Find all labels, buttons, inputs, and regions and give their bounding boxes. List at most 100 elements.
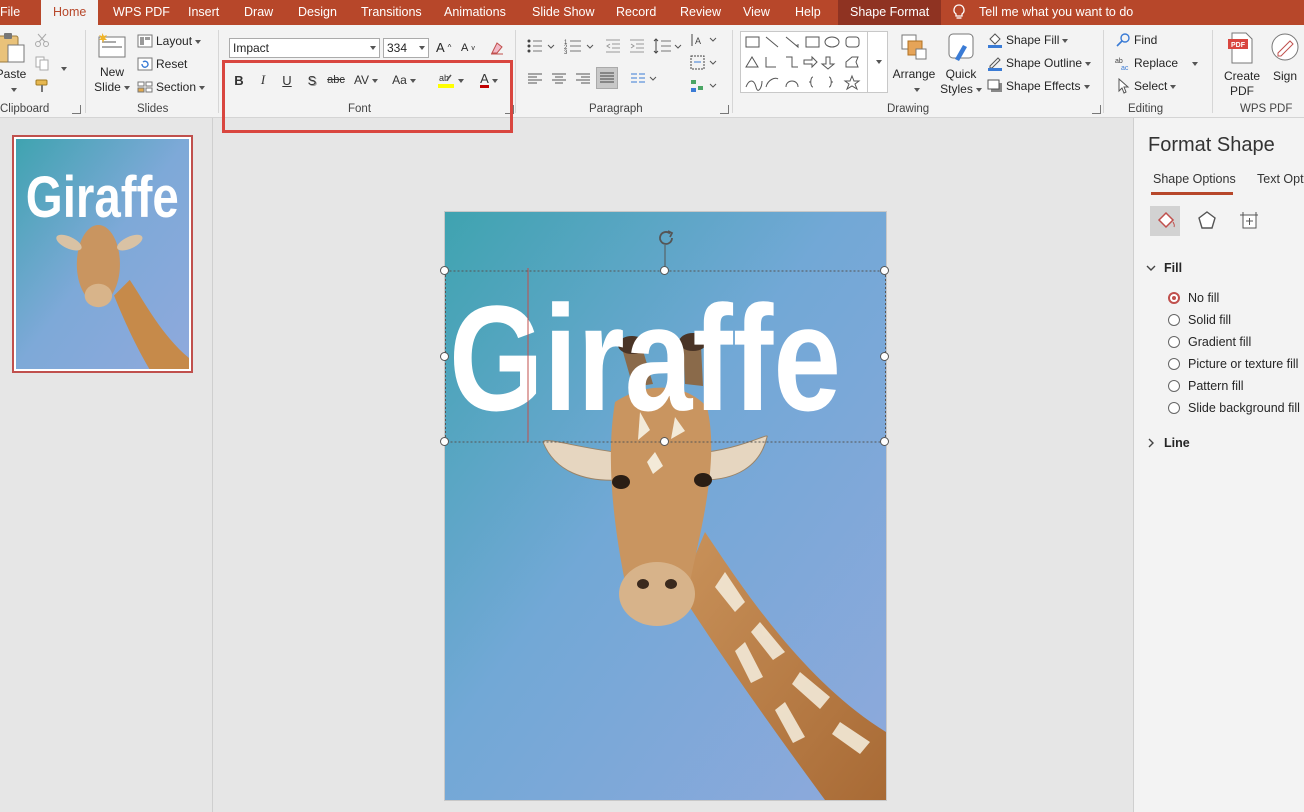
fill-option-no-fill[interactable]: No fill bbox=[1168, 291, 1219, 305]
giraffe-picture[interactable]: Giraffe bbox=[445, 212, 886, 800]
grow-font-button[interactable]: A ^ bbox=[436, 40, 451, 55]
paste-label: Paste bbox=[0, 67, 27, 81]
columns-icon[interactable] bbox=[630, 71, 660, 87]
gallery-scroll[interactable] bbox=[867, 32, 887, 92]
rotate-handle-icon[interactable] bbox=[655, 227, 677, 249]
align-right-icon[interactable] bbox=[575, 71, 591, 87]
tab-review[interactable]: Review bbox=[668, 0, 733, 25]
resize-handle-bottom-left[interactable] bbox=[440, 437, 449, 446]
sign-button[interactable]: Sign bbox=[1266, 31, 1304, 84]
sign-pen-icon bbox=[1271, 33, 1299, 61]
create-pdf-button[interactable]: PDF Create PDF bbox=[1220, 31, 1264, 99]
fill-option-solid[interactable]: Solid fill bbox=[1168, 313, 1231, 327]
text-shadow-button[interactable]: S bbox=[304, 69, 320, 91]
clear-formatting-icon[interactable] bbox=[489, 40, 505, 56]
resize-handle-top[interactable] bbox=[660, 266, 669, 275]
shape-effects-label: Shape Effects bbox=[1006, 79, 1090, 93]
strikethrough-button[interactable]: abc bbox=[326, 69, 346, 91]
change-case-label: Aa bbox=[392, 73, 407, 87]
smartart-icon[interactable] bbox=[690, 78, 720, 94]
fill-option-picture[interactable]: Picture or texture fill bbox=[1168, 357, 1298, 371]
tab-insert[interactable]: Insert bbox=[176, 0, 231, 25]
fill-section-toggle[interactable]: Fill bbox=[1146, 261, 1182, 275]
tab-slide-show[interactable]: Slide Show bbox=[520, 0, 607, 25]
resize-handle-bottom-right[interactable] bbox=[880, 437, 889, 446]
copy-dropdown-icon[interactable] bbox=[58, 61, 67, 75]
chevron-down-icon bbox=[367, 39, 379, 57]
bullets-icon[interactable] bbox=[526, 38, 556, 54]
format-painter-icon[interactable] bbox=[34, 78, 50, 94]
tell-me-text: Tell me what you want to do bbox=[979, 5, 1134, 19]
font-size-select[interactable]: 334 bbox=[383, 38, 429, 58]
underline-button[interactable]: U bbox=[279, 69, 295, 91]
select-button[interactable]: Select bbox=[1115, 78, 1176, 94]
tell-me-search[interactable]: Tell me what you want to do bbox=[952, 0, 1133, 25]
tab-wps-pdf[interactable]: WPS PDF bbox=[101, 0, 182, 25]
resize-handle-top-left[interactable] bbox=[440, 266, 449, 275]
line-spacing-icon[interactable] bbox=[653, 38, 683, 54]
font-name-select[interactable]: Impact bbox=[229, 38, 380, 58]
tab-view[interactable]: View bbox=[731, 0, 782, 25]
numbering-icon[interactable]: 123 bbox=[564, 38, 596, 54]
shape-outline-button[interactable]: Shape Outline bbox=[987, 55, 1091, 71]
justify-button[interactable] bbox=[596, 67, 618, 89]
shapes-gallery[interactable] bbox=[740, 31, 888, 93]
drawing-launcher-icon[interactable] bbox=[1092, 105, 1101, 114]
align-center-icon[interactable] bbox=[551, 71, 567, 87]
character-spacing-button[interactable]: AV bbox=[351, 69, 381, 91]
tab-home[interactable]: Home bbox=[41, 0, 99, 25]
shape-fill-button[interactable]: Shape Fill bbox=[987, 32, 1068, 48]
bold-button[interactable]: B bbox=[231, 69, 247, 91]
slide-canvas[interactable]: Giraffe bbox=[440, 212, 889, 800]
slide-thumbnail-1[interactable]: Giraffe bbox=[12, 135, 193, 373]
tab-help[interactable]: Help bbox=[783, 0, 833, 25]
clipboard-launcher-icon[interactable] bbox=[72, 105, 81, 114]
align-left-icon[interactable] bbox=[527, 71, 543, 87]
line-section-toggle[interactable]: Line bbox=[1146, 436, 1190, 450]
layout-button[interactable]: Layout bbox=[137, 33, 201, 49]
fill-option-gradient[interactable]: Gradient fill bbox=[1168, 335, 1251, 349]
slide-title-text[interactable]: Giraffe bbox=[449, 274, 841, 442]
fill-line-tab[interactable] bbox=[1150, 206, 1180, 236]
shape-effects-button[interactable]: Shape Effects bbox=[987, 78, 1090, 94]
tab-record[interactable]: Record bbox=[604, 0, 668, 25]
new-slide-button[interactable]: New Slide bbox=[92, 31, 132, 95]
tab-text-options[interactable]: Text Opti bbox=[1257, 172, 1304, 186]
resize-handle-bottom[interactable] bbox=[660, 437, 669, 446]
pentagon-effects-icon[interactable] bbox=[1196, 210, 1218, 232]
quick-styles-button[interactable]: Quick Styles bbox=[938, 31, 984, 97]
fill-option-pattern[interactable]: Pattern fill bbox=[1168, 379, 1244, 393]
font-launcher-icon[interactable] bbox=[505, 105, 514, 114]
decrease-indent-icon[interactable] bbox=[605, 38, 621, 54]
align-text-icon[interactable] bbox=[690, 55, 720, 71]
tab-transitions[interactable]: Transitions bbox=[349, 0, 434, 25]
paste-button[interactable]: Paste bbox=[0, 31, 28, 97]
section-button[interactable]: Section bbox=[137, 79, 205, 95]
resize-handle-left[interactable] bbox=[440, 352, 449, 361]
replace-button[interactable]: ab ac Replace bbox=[1115, 55, 1198, 71]
arrange-button[interactable]: Arrange bbox=[891, 31, 937, 97]
change-case-button[interactable]: Aa bbox=[389, 69, 419, 91]
find-button[interactable]: Find bbox=[1115, 32, 1157, 48]
fill-option-slide-background[interactable]: Slide background fill bbox=[1168, 401, 1300, 415]
italic-button[interactable]: I bbox=[255, 69, 271, 91]
shrink-font-button[interactable]: Av bbox=[461, 42, 475, 54]
highlight-color-button[interactable]: ab bbox=[434, 69, 466, 91]
resize-handle-top-right[interactable] bbox=[880, 266, 889, 275]
copy-icon[interactable] bbox=[34, 55, 50, 71]
tab-file[interactable]: File bbox=[0, 0, 32, 25]
tab-shape-format[interactable]: Shape Format bbox=[838, 0, 942, 25]
chevron-down-icon bbox=[407, 73, 416, 87]
tab-animations[interactable]: Animations bbox=[432, 0, 518, 25]
tab-draw[interactable]: Draw bbox=[232, 0, 285, 25]
increase-indent-icon[interactable] bbox=[629, 38, 645, 54]
cut-icon[interactable] bbox=[34, 32, 50, 48]
paragraph-launcher-icon[interactable] bbox=[720, 105, 729, 114]
reset-button[interactable]: Reset bbox=[137, 56, 187, 72]
resize-handle-right[interactable] bbox=[880, 352, 889, 361]
tab-shape-options[interactable]: Shape Options bbox=[1153, 172, 1236, 186]
text-direction-icon[interactable]: A bbox=[690, 32, 720, 48]
font-color-button[interactable]: A bbox=[474, 69, 504, 91]
size-properties-icon[interactable] bbox=[1238, 210, 1260, 232]
tab-design[interactable]: Design bbox=[286, 0, 349, 25]
